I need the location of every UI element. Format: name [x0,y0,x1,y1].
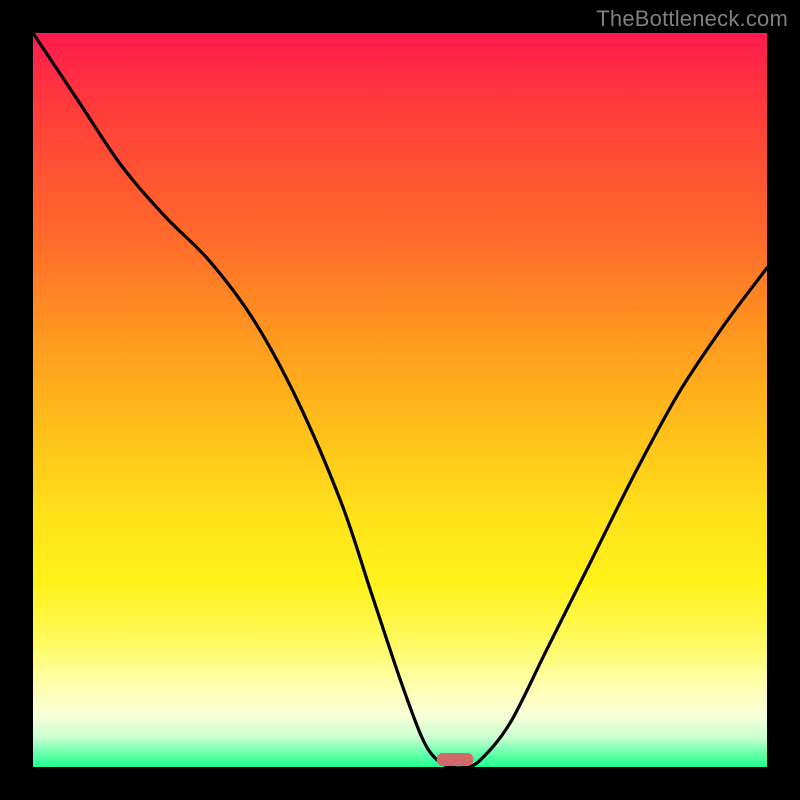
chart-frame: TheBottleneck.com [0,0,800,800]
plot-area [33,33,767,767]
watermark-text: TheBottleneck.com [596,6,788,32]
